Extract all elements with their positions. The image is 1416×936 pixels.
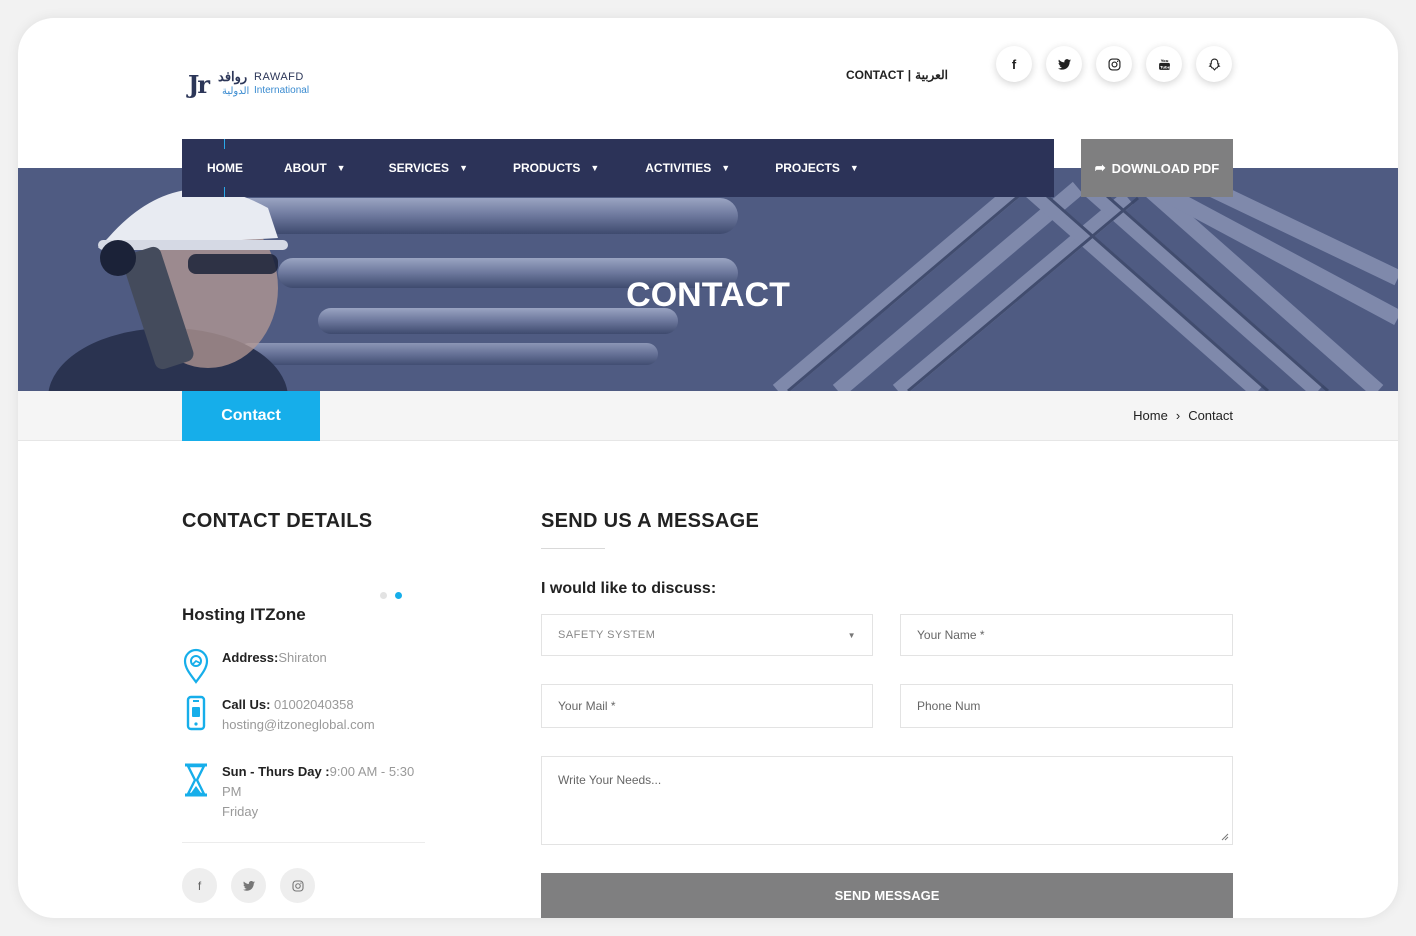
topic-select[interactable]: SAFETY SYSTEM ▼ xyxy=(541,614,873,656)
breadcrumb-home[interactable]: Home xyxy=(1133,408,1168,423)
address-value: Shiraton xyxy=(278,650,327,665)
nav-activities-label: ACTIVITIES xyxy=(645,161,712,175)
discuss-label: I would like to discuss: xyxy=(541,580,717,597)
language-link-arabic[interactable]: العربية xyxy=(915,68,948,82)
instagram-icon[interactable] xyxy=(1096,46,1132,82)
facebook-icon[interactable]: f xyxy=(996,46,1032,82)
top-links-separator: | xyxy=(907,68,912,82)
browser-page: Jr روافد RAWAFD الدولية International CO… xyxy=(18,18,1398,918)
top-links: CONTACT | العربية xyxy=(846,68,948,82)
hero-banner: CONTACT xyxy=(18,168,1398,391)
twitter-icon[interactable] xyxy=(231,868,266,903)
needs-textarea[interactable]: Write Your Needs... xyxy=(541,756,1233,845)
main-nav: HOME ABOUT ▼ SERVICES ▼ PRODUCTS ▼ ACTIV… xyxy=(182,139,1054,197)
site-logo[interactable]: Jr روافد RAWAFD الدولية International xyxy=(188,66,328,102)
breadcrumb-separator-icon: › xyxy=(1175,408,1181,423)
nav-about[interactable]: ABOUT ▼ xyxy=(284,139,346,197)
logo-english-name: RAWAFD xyxy=(254,71,304,83)
social-links-bottom: f xyxy=(182,868,315,903)
svg-text:Tube: Tube xyxy=(1160,64,1171,69)
mobile-phone-icon xyxy=(186,695,206,731)
top-contact-link[interactable]: CONTACT xyxy=(846,68,904,82)
chevron-down-icon: ▼ xyxy=(849,163,859,173)
breadcrumb-band: Contact Home › Contact xyxy=(18,391,1398,441)
nav-projects-label: PROJECTS xyxy=(775,161,840,175)
divider xyxy=(182,842,425,843)
snapchat-icon[interactable] xyxy=(1196,46,1232,82)
hours-row: Sun - Thurs Day :9:00 AM - 5:30 PM Frida… xyxy=(182,762,442,826)
phone-placeholder: Phone Num xyxy=(917,699,981,713)
logo-arabic-name: روافد xyxy=(218,69,248,84)
download-pdf-button[interactable]: ➦ DOWNLOAD PDF xyxy=(1081,139,1233,197)
location-pin-icon xyxy=(183,648,209,684)
page-title: CONTACT xyxy=(626,276,790,314)
heading-underline xyxy=(541,548,605,549)
nav-services[interactable]: SERVICES ▼ xyxy=(389,139,468,197)
nav-active-marker-bottom xyxy=(224,187,225,197)
nav-products[interactable]: PRODUCTS ▼ xyxy=(513,139,599,197)
nav-services-label: SERVICES xyxy=(388,161,450,175)
call-label: Call Us: xyxy=(222,697,271,712)
twitter-icon[interactable] xyxy=(1046,46,1082,82)
logo-arabic-sub: الدولية xyxy=(222,86,250,97)
company-name: Hosting ITZone xyxy=(182,605,306,624)
hours-extra: Friday xyxy=(222,804,259,819)
svg-text:You: You xyxy=(1159,58,1168,63)
nav-active-marker-top xyxy=(224,139,225,149)
chevron-down-icon: ▼ xyxy=(721,163,731,173)
social-links-top: f You Tube xyxy=(996,46,1232,82)
logo-english-sub: International xyxy=(254,85,310,96)
instagram-icon[interactable] xyxy=(280,868,315,903)
name-placeholder: Your Name * xyxy=(917,628,985,642)
nav-products-label: PRODUCTS xyxy=(512,161,581,175)
chevron-down-icon: ▼ xyxy=(590,163,600,173)
nav-activities[interactable]: ACTIVITIES ▼ xyxy=(645,139,730,197)
nav-home[interactable]: HOME xyxy=(207,139,243,197)
hourglass-icon xyxy=(185,763,207,797)
send-message-heading: SEND US A MESSAGE xyxy=(541,510,760,532)
nav-projects[interactable]: PROJECTS ▼ xyxy=(775,139,859,197)
youtube-icon[interactable]: You Tube xyxy=(1146,46,1182,82)
email-address[interactable]: hosting@itzoneglobal.com xyxy=(222,717,375,732)
topic-select-value: SAFETY SYSTEM xyxy=(558,629,656,641)
mail-placeholder: Your Mail * xyxy=(558,699,616,713)
name-field[interactable]: Your Name * xyxy=(900,614,1233,656)
share-arrow-icon: ➦ xyxy=(1094,160,1106,175)
phone-row: Call Us: 01002040358 hosting@itzonegloba… xyxy=(182,695,442,739)
contact-details-heading: CONTACT DETAILS xyxy=(182,510,373,532)
nav-home-label: HOME xyxy=(207,161,243,175)
carousel-dots xyxy=(380,592,402,599)
resize-handle-icon[interactable] xyxy=(1221,833,1229,841)
chevron-down-icon: ▼ xyxy=(459,163,468,173)
carousel-dot-active[interactable] xyxy=(395,592,402,599)
nav-about-label: ABOUT xyxy=(284,161,327,175)
chevron-down-icon: ▼ xyxy=(336,163,346,173)
phone-number[interactable]: 01002040358 xyxy=(274,697,354,712)
needs-placeholder: Write Your Needs... xyxy=(558,773,662,787)
chevron-down-icon: ▼ xyxy=(847,630,856,640)
email-field[interactable]: Your Mail * xyxy=(541,684,873,728)
download-pdf-label: DOWNLOAD PDF xyxy=(1111,160,1220,176)
facebook-icon[interactable]: f xyxy=(182,868,217,903)
carousel-dot[interactable] xyxy=(380,592,387,599)
send-message-button[interactable]: SEND MESSAGE xyxy=(541,873,1233,918)
section-tab: Contact xyxy=(182,391,320,441)
address-label: Address: xyxy=(222,650,279,665)
logo-mark: Jr xyxy=(188,70,210,99)
phone-field[interactable]: Phone Num xyxy=(900,684,1233,728)
hours-label: Sun - Thurs Day : xyxy=(222,764,330,779)
breadcrumb: Home › Contact xyxy=(1133,408,1233,423)
address-row: Address:Shiraton xyxy=(182,648,442,688)
breadcrumb-current: Contact xyxy=(1188,408,1233,423)
